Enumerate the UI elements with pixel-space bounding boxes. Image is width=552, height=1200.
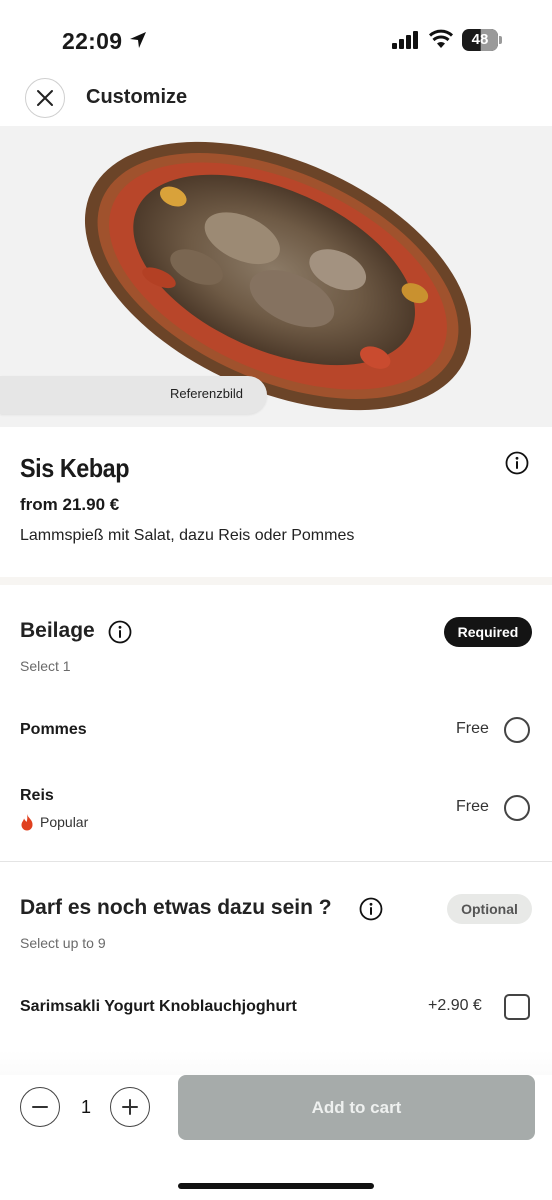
close-button[interactable] <box>25 78 65 118</box>
section-title-extras: Darf es noch etwas dazu sein ? <box>20 896 332 919</box>
option-label-knoblauchjoghurt: Sarimsakli Yogurt Knoblauchjoghurt <box>20 998 297 1015</box>
section-subtitle-beilage: Select 1 <box>20 658 71 674</box>
section-subtitle-extras: Select up to 9 <box>20 935 106 951</box>
header: Customize <box>0 76 552 122</box>
product-description: Lammspieß mit Salat, dazu Reis oder Pomm… <box>20 527 355 544</box>
location-arrow-icon <box>130 32 146 48</box>
checkbox-knoblauchjoghurt[interactable] <box>504 994 530 1020</box>
radio-reis[interactable] <box>504 795 530 821</box>
battery-icon: 48 <box>462 29 502 51</box>
popular-tag: Popular <box>20 813 88 831</box>
status-time: 22:09 <box>62 28 123 54</box>
minus-icon <box>32 1106 48 1108</box>
product-image: Referenzbild <box>0 126 552 427</box>
extras-info-icon[interactable] <box>359 897 383 921</box>
section-divider <box>0 577 552 585</box>
option-price-pommes: Free <box>456 720 489 737</box>
option-price-reis: Free <box>456 798 489 815</box>
battery-level-text: 48 <box>471 31 489 48</box>
section-divider-thin <box>0 861 552 862</box>
add-to-cart-button[interactable]: Add to cart <box>178 1075 535 1140</box>
popular-label: Popular <box>40 814 89 830</box>
status-bar: 22:09 48 <box>0 0 552 70</box>
signal-icon <box>392 31 418 49</box>
product-price: from 21.90 € <box>20 495 120 514</box>
section-title-beilage: Beilage <box>20 619 95 642</box>
home-indicator <box>178 1183 374 1189</box>
plus-icon <box>122 1099 138 1115</box>
optional-badge: Optional <box>447 894 532 924</box>
required-badge: Required <box>444 617 532 647</box>
flame-icon <box>21 814 33 831</box>
option-label-pommes: Pommes <box>20 721 87 738</box>
beilage-info-icon[interactable] <box>108 620 132 644</box>
option-label-reis: Reis <box>20 787 54 804</box>
decrease-quantity-button[interactable] <box>20 1087 60 1127</box>
quantity-value: 1 <box>80 1097 91 1117</box>
increase-quantity-button[interactable] <box>110 1087 150 1127</box>
header-title: Customize <box>86 86 188 108</box>
product-info-icon[interactable] <box>505 451 529 475</box>
close-icon <box>37 90 53 106</box>
option-price-knoblauchjoghurt: +2.90 € <box>428 997 482 1014</box>
reference-image-badge: Referenzbild <box>0 376 267 414</box>
wifi-icon <box>428 29 454 48</box>
reference-image-label: Referenzbild <box>170 386 243 401</box>
product-name: Sis Kebap <box>20 453 130 483</box>
radio-pommes[interactable] <box>504 717 530 743</box>
